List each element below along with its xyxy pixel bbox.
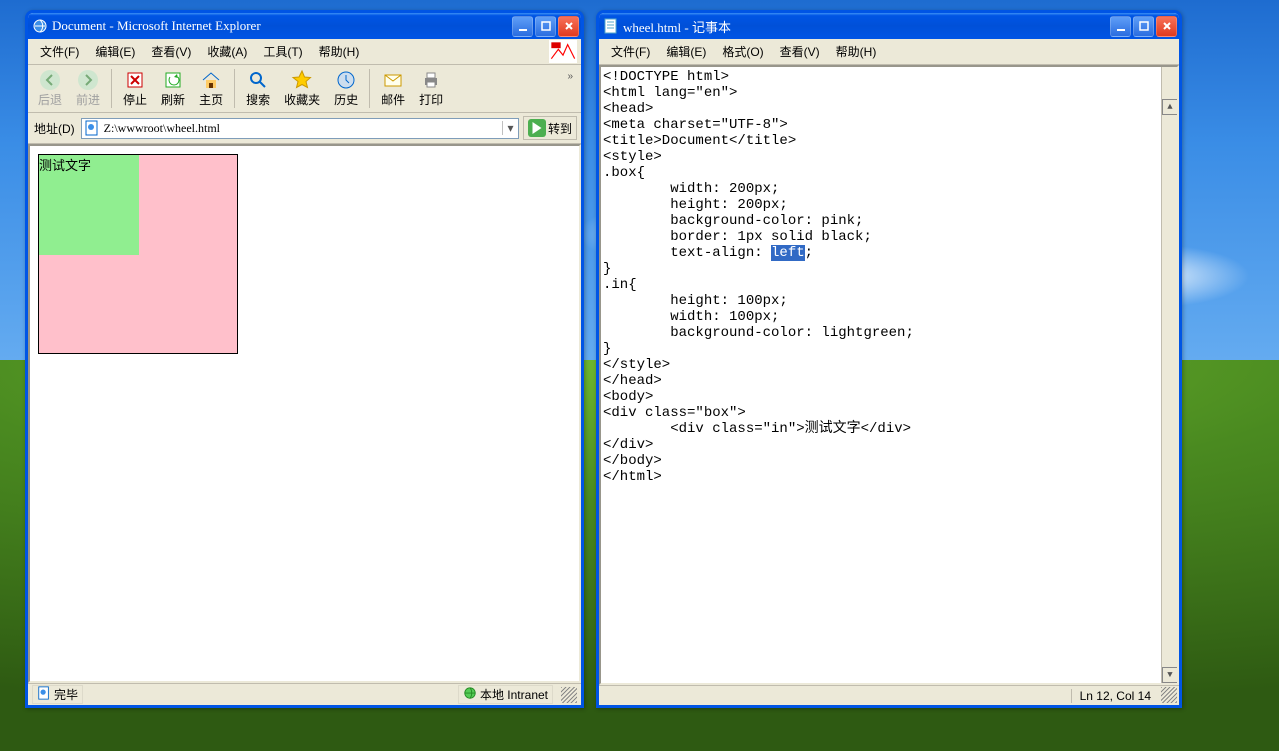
address-label: 地址(D) [32, 120, 77, 137]
notepad-titlebar[interactable]: wheel.html - 记事本 [599, 13, 1179, 39]
history-button[interactable]: 历史 [328, 67, 364, 110]
menu-tools[interactable]: 工具(T) [255, 41, 310, 62]
notepad-content: <!DOCTYPE html> <html lang="en"> <head> … [599, 65, 1179, 705]
code-selection: left [771, 245, 805, 261]
menu-format[interactable]: 格式(O) [714, 41, 771, 62]
address-input[interactable] [102, 119, 502, 138]
close-button[interactable] [1156, 16, 1177, 37]
go-arrow-icon [528, 119, 546, 137]
mail-icon [382, 69, 404, 91]
stop-button[interactable]: 停止 [117, 67, 153, 110]
menu-help[interactable]: 帮助(H) [311, 41, 368, 62]
favorites-button[interactable]: 收藏夹 [278, 67, 326, 110]
refresh-button[interactable]: 刷新 [155, 67, 191, 110]
close-button[interactable] [558, 16, 579, 37]
zone-icon [463, 686, 477, 703]
home-icon [200, 69, 222, 91]
done-icon [37, 686, 51, 703]
ie-statusbar: 完毕 本地 Intranet [28, 683, 581, 705]
notepad-window: wheel.html - 记事本 文件(F) 编辑(E) 格式(O) 查看(V)… [596, 10, 1182, 708]
resize-grip[interactable] [1161, 687, 1177, 703]
menu-view[interactable]: 查看(V) [772, 41, 828, 62]
menu-edit[interactable]: 编辑(E) [87, 41, 143, 62]
ie-title: Document - Microsoft Internet Explorer [52, 18, 512, 34]
resize-grip[interactable] [561, 687, 577, 703]
history-icon [335, 69, 357, 91]
ie-addressbar: 地址(D) ▾ 转到 [28, 113, 581, 144]
notepad-textarea[interactable]: <!DOCTYPE html> <html lang="en"> <head> … [599, 65, 1179, 685]
notepad-app-icon [603, 18, 619, 34]
menu-view[interactable]: 查看(V) [143, 41, 199, 62]
scroll-down-icon[interactable]: ▼ [1162, 667, 1178, 683]
back-icon [39, 69, 61, 91]
cursor-position: Ln 12, Col 14 [1071, 689, 1159, 703]
forward-icon [77, 69, 99, 91]
maximize-button[interactable] [535, 16, 556, 37]
notepad-title: wheel.html - 记事本 [623, 17, 1110, 36]
search-button[interactable]: 搜索 [240, 67, 276, 110]
status-zone: 本地 Intranet [458, 685, 553, 704]
menu-file[interactable]: 文件(F) [603, 41, 658, 62]
back-button[interactable]: 后退 [32, 67, 68, 110]
menu-help[interactable]: 帮助(H) [828, 41, 885, 62]
ie-throbber-icon [549, 42, 577, 62]
home-button[interactable]: 主页 [193, 67, 229, 110]
search-icon [247, 69, 269, 91]
menu-file[interactable]: 文件(F) [32, 41, 87, 62]
star-icon [291, 69, 313, 91]
address-dropdown-icon[interactable]: ▾ [502, 121, 518, 135]
minimize-button[interactable] [512, 16, 533, 37]
menu-favorites[interactable]: 收藏(A) [199, 41, 255, 62]
ie-viewport[interactable]: 测试文字 [28, 144, 581, 683]
forward-button[interactable]: 前进 [70, 67, 106, 110]
code-post: ; } .in{ height: 100px; width: 100px; ba… [603, 245, 914, 485]
toolbar-overflow-icon[interactable]: » [563, 67, 577, 86]
ie-window: Document - Microsoft Internet Explorer 文… [25, 10, 584, 708]
notepad-statusbar: Ln 12, Col 14 [599, 685, 1179, 705]
print-button[interactable]: 打印 [413, 67, 449, 110]
scroll-up-icon[interactable]: ▲ [1162, 99, 1178, 115]
ie-app-icon [32, 18, 48, 34]
rendered-box: 测试文字 [38, 154, 238, 354]
go-button[interactable]: 转到 [523, 116, 577, 140]
minimize-button[interactable] [1110, 16, 1131, 37]
menu-edit[interactable]: 编辑(E) [658, 41, 714, 62]
maximize-button[interactable] [1133, 16, 1154, 37]
print-icon [420, 69, 442, 91]
code-pre: <!DOCTYPE html> <html lang="en"> <head> … [603, 69, 872, 261]
refresh-icon [162, 69, 184, 91]
stop-icon [124, 69, 146, 91]
ie-menubar: 文件(F) 编辑(E) 查看(V) 收藏(A) 工具(T) 帮助(H) [28, 39, 581, 65]
ie-titlebar[interactable]: Document - Microsoft Internet Explorer [28, 13, 581, 39]
mail-button[interactable]: 邮件 [375, 67, 411, 110]
scrollbar-vertical[interactable]: ▲ ▼ [1161, 67, 1177, 683]
ie-toolbar: 后退 前进 停止 刷新 主页 搜索 收藏夹 历史 [28, 65, 581, 113]
address-combo[interactable]: ▾ [81, 118, 519, 139]
notepad-menubar: 文件(F) 编辑(E) 格式(O) 查看(V) 帮助(H) [599, 39, 1179, 65]
status-done: 完毕 [32, 685, 83, 704]
rendered-inner: 测试文字 [39, 155, 139, 255]
page-icon [84, 120, 100, 136]
